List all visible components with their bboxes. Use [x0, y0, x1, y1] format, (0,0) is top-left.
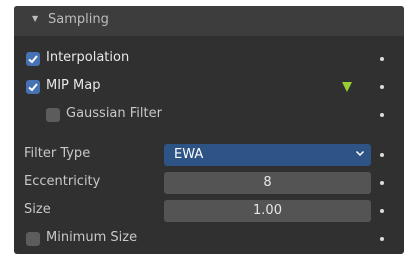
mip-map-row: MIP Map — [14, 74, 404, 100]
animate-property-icon[interactable] — [380, 153, 384, 157]
eccentricity-label: Eccentricity — [24, 174, 101, 189]
checkmark-icon — [28, 55, 38, 64]
panel-title: Sampling — [48, 12, 109, 27]
mip-map-checkbox[interactable] — [26, 80, 40, 94]
interpolation-checkbox[interactable] — [26, 52, 40, 66]
filter-type-row: Filter Type EWA — [14, 142, 404, 168]
interpolation-row: Interpolation — [14, 46, 404, 72]
filter-type-dropdown[interactable]: EWA — [164, 144, 371, 166]
animate-property-icon[interactable] — [380, 209, 384, 213]
minimum-size-row: Minimum Size — [14, 226, 404, 252]
chevron-down-icon — [355, 150, 365, 157]
size-value: 1.00 — [253, 203, 282, 218]
eccentricity-row: Eccentricity 8 — [14, 170, 404, 196]
minimum-size-checkbox[interactable] — [26, 232, 40, 246]
eccentricity-field[interactable]: 8 — [164, 172, 371, 194]
animate-property-icon[interactable] — [380, 85, 384, 89]
filter-type-label: Filter Type — [24, 146, 91, 161]
mip-map-label: MIP Map — [46, 78, 101, 93]
gaussian-filter-label: Gaussian Filter — [66, 106, 162, 121]
animate-property-icon[interactable] — [380, 57, 384, 61]
gaussian-filter-checkbox[interactable] — [46, 108, 60, 122]
collapse-triangle-icon[interactable]: ▼ — [32, 14, 38, 23]
animate-property-icon[interactable] — [380, 237, 384, 241]
size-field[interactable]: 1.00 — [164, 200, 371, 222]
sampling-panel: ▼ Sampling Interpolation MIP Map Gaussia… — [14, 6, 404, 254]
animate-property-icon[interactable] — [380, 181, 384, 185]
size-row: Size 1.00 — [14, 198, 404, 224]
filter-type-value: EWA — [174, 147, 204, 162]
eccentricity-value: 8 — [263, 175, 272, 190]
panel-header[interactable]: ▼ Sampling — [14, 6, 404, 36]
keyframe-icon[interactable] — [342, 82, 352, 92]
interpolation-label: Interpolation — [46, 50, 130, 65]
gaussian-filter-row: Gaussian Filter — [14, 102, 404, 128]
minimum-size-label: Minimum Size — [46, 230, 138, 245]
animate-property-icon[interactable] — [380, 113, 384, 117]
checkmark-icon — [28, 83, 38, 92]
size-label: Size — [24, 202, 51, 217]
